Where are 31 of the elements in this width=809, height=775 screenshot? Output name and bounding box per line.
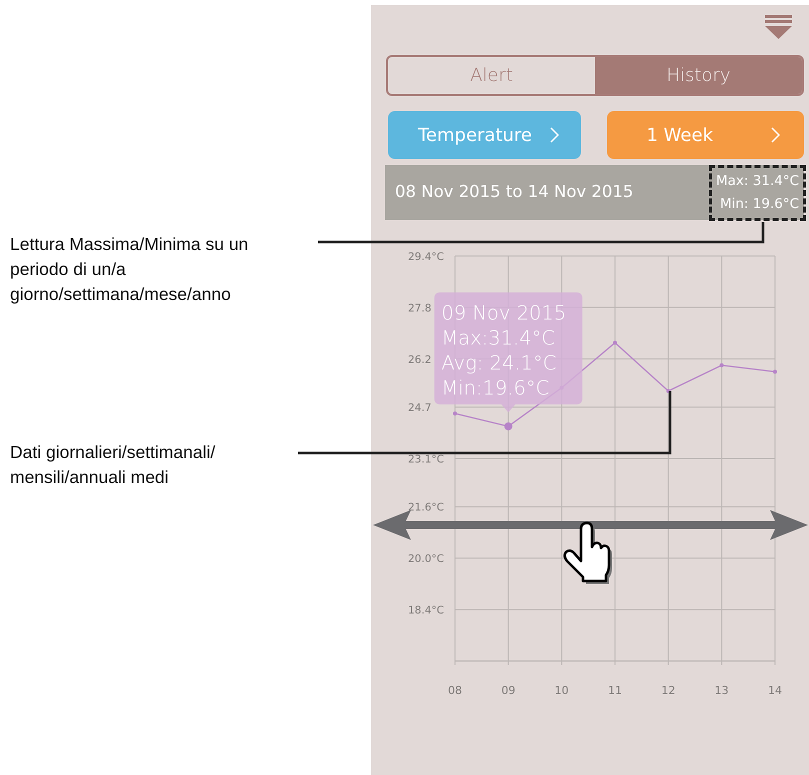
y-tick-label: 29.4°C — [408, 251, 444, 263]
hand-pointer-icon — [563, 522, 612, 584]
max-reading: Max: 31.4°C — [716, 172, 799, 190]
x-tick-label: 14 — [768, 684, 782, 697]
annotation-text: Lettura Massima/Minima su un periodo di un/a giorno/settimana/mese/anno — [10, 233, 248, 306]
chevron-right-icon — [771, 127, 780, 143]
x-tick-label: 11 — [608, 684, 622, 697]
x-tick-label: 13 — [714, 684, 729, 697]
y-tick-label: 27.8 — [408, 302, 432, 314]
selector-button[interactable]: 1 Week — [607, 111, 804, 159]
x-tick-label: 08 — [448, 684, 462, 697]
y-tick-label: 24.7 — [408, 402, 432, 414]
min-reading: Min: 19.6°C — [720, 194, 799, 214]
y-tick-label: 20.0°C — [408, 553, 444, 566]
x-tick-label: 12 — [661, 684, 676, 697]
tab[interactable]: Alert — [388, 57, 595, 94]
annotation-text: Dati giornalieri/settimanali/ mensili/annuali medi — [10, 441, 216, 489]
x-tick-label: 10 — [554, 684, 569, 697]
y-tick-label: 26.2 — [408, 354, 432, 366]
chevron-right-icon — [550, 127, 560, 143]
x-tick-label: 09 — [501, 684, 516, 697]
selector-button[interactable]: Temperature — [388, 111, 581, 159]
y-tick-label: 18.4°C — [408, 604, 444, 617]
menu-icon[interactable] — [765, 15, 792, 39]
double-arrow-icon — [373, 510, 808, 540]
date-range: 08 Nov 2015 to 14 Nov 2015 — [395, 181, 634, 204]
y-tick-label: 21.6°C — [408, 502, 444, 514]
tab[interactable]: History — [595, 57, 802, 94]
data-point[interactable] — [666, 389, 670, 393]
y-tick-label: 23.1°C — [408, 454, 444, 466]
tooltip: 09 Nov 2015 Max:31.4°C Avg: 24.1°C Min:19.6°C — [434, 292, 582, 412]
